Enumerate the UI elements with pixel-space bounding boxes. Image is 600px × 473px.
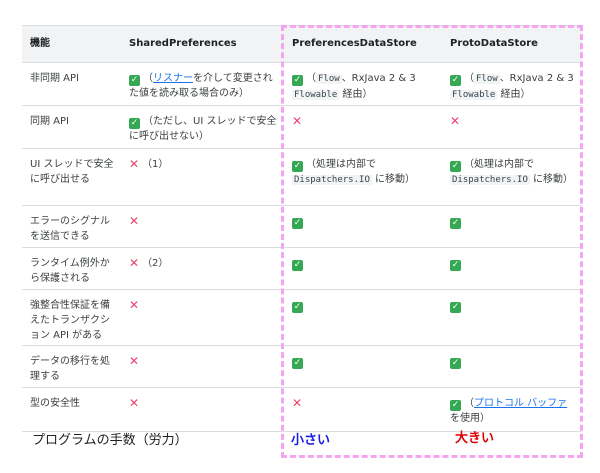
cell-text: （処理は内部で [306, 159, 376, 170]
table-row: 強整合性保証を備えたトランザクション API がある ✕ ✓ ✓ [22, 289, 582, 346]
check-icon: ✓ [292, 161, 303, 172]
check-icon: ✓ [292, 75, 303, 86]
comparison-table: 機能 SharedPreferences PreferencesDataStor… [22, 25, 582, 432]
check-icon: ✓ [450, 358, 461, 369]
cell-text: （ [464, 398, 474, 409]
effort-label: プログラムの手数（労力） [32, 433, 188, 448]
cell-text: 経由） [339, 89, 373, 100]
cross-icon: ✕ [292, 114, 303, 128]
check-icon: ✓ [450, 400, 461, 411]
table-row: UI スレッドで安全に呼び出せる ✕ （1） ✓ （処理は内部で Dispatche… [22, 148, 582, 206]
listener-link[interactable]: リスナー [153, 73, 193, 84]
feature-cell: ランタイム例外から保護される [22, 247, 121, 290]
sp-cell: ✕ （2） [121, 247, 284, 290]
code-flowable: Flowable [450, 90, 498, 100]
proto-cell: ✓ [442, 205, 582, 248]
header-shared-preferences: SharedPreferences [121, 25, 284, 63]
cross-icon: ✕ [129, 354, 140, 368]
code-flow: Flow [474, 74, 500, 84]
table-row: 同期 API ✓ （ただし、UI スレッドで安全に呼び出せない） ✕ ✕ [22, 105, 582, 149]
cell-text: （2） [142, 258, 169, 269]
proto-cell: ✓ [442, 289, 582, 346]
proto-cell: ✓ （処理は内部で Dispatchers.IO に移動） [442, 148, 582, 206]
cell-text: に移動） [529, 174, 574, 185]
check-icon: ✓ [450, 75, 461, 86]
check-icon: ✓ [292, 358, 303, 369]
header-proto-datastore: ProtoDataStore [442, 25, 582, 63]
table-row: データの移行を処理する ✕ ✓ ✓ [22, 345, 582, 388]
check-icon: ✓ [450, 218, 461, 229]
pds-cell: ✕ [284, 105, 442, 149]
proto-cell: ✓ （Flow 、RxJava 2 & 3 Flowable 経由） [442, 62, 582, 106]
check-icon: ✓ [450, 161, 461, 172]
cell-text: （ただし、UI スレッドで安全に呼び出せない） [129, 116, 277, 142]
table-row: エラーのシグナルを送信できる ✕ ✓ ✓ [22, 205, 582, 248]
feature-cell: 同期 API [22, 105, 121, 149]
check-icon: ✓ [292, 218, 303, 229]
sp-cell: ✕ [121, 387, 284, 432]
code-dispatchers-io: Dispatchers.IO [292, 175, 372, 185]
proto-cell: ✕ [442, 105, 582, 149]
check-icon: ✓ [450, 302, 461, 313]
table-row: ランタイム例外から保護される ✕ （2） ✓ ✓ [22, 247, 582, 290]
table-row: 非同期 API ✓ （リスナーを介して変更された値を読み取る場合のみ） ✓ （Flo… [22, 62, 582, 106]
cell-text: （1） [142, 159, 169, 170]
check-icon: ✓ [129, 118, 140, 129]
feature-cell: 型の安全性 [22, 387, 121, 432]
cell-text: 経由） [497, 89, 531, 100]
sp-cell: ✓ （ただし、UI スレッドで安全に呼び出せない） [121, 105, 284, 149]
cell-text: を使用） [450, 413, 490, 424]
cross-icon: ✕ [450, 114, 461, 128]
code-flow: Flow [316, 74, 342, 84]
pds-cell: ✓ （Flow 、RxJava 2 & 3 Flowable 経由） [284, 62, 442, 106]
check-icon: ✓ [450, 260, 461, 271]
check-icon: ✓ [292, 260, 303, 271]
cross-icon: ✕ [129, 396, 140, 410]
cell-text: （処理は内部で [464, 159, 534, 170]
sp-cell: ✕ [121, 205, 284, 248]
cross-icon: ✕ [292, 396, 303, 410]
sp-cell: ✕ （1） [121, 148, 284, 206]
sp-cell: ✕ [121, 289, 284, 346]
pds-cell: ✓ [284, 289, 442, 346]
effort-large-label: 大きい [455, 431, 495, 446]
pds-cell: ✓ [284, 345, 442, 388]
code-flowable: Flowable [292, 90, 340, 100]
cell-text: （ [306, 73, 316, 84]
sp-cell: ✕ [121, 345, 284, 388]
cross-icon: ✕ [129, 256, 140, 270]
check-icon: ✓ [292, 302, 303, 313]
pds-cell: ✓ [284, 205, 442, 248]
sp-cell: ✓ （リスナーを介して変更された値を読み取る場合のみ） [121, 62, 284, 106]
check-icon: ✓ [129, 75, 140, 86]
cell-text: 、RxJava 2 & 3 [341, 73, 416, 84]
feature-cell: 強整合性保証を備えたトランザクション API がある [22, 289, 121, 346]
protocol-buffers-link[interactable]: プロトコル バッファ [474, 398, 567, 409]
comparison-table-container: 機能 SharedPreferences PreferencesDataStor… [22, 25, 582, 432]
table-row: 型の安全性 ✕ ✕ ✓ （プロトコル バッファを使用） [22, 387, 582, 432]
cell-text: 、RxJava 2 & 3 [499, 73, 574, 84]
cell-text: （ [143, 73, 153, 84]
proto-cell: ✓ [442, 247, 582, 290]
cross-icon: ✕ [129, 298, 140, 312]
table-header-row: 機能 SharedPreferences PreferencesDataStor… [22, 25, 582, 63]
cross-icon: ✕ [129, 157, 140, 171]
header-feature: 機能 [22, 25, 121, 63]
feature-cell: データの移行を処理する [22, 345, 121, 388]
proto-cell: ✓ [442, 345, 582, 388]
header-preferences-datastore: PreferencesDataStore [284, 25, 442, 63]
pds-cell: ✕ [284, 387, 442, 432]
feature-cell: UI スレッドで安全に呼び出せる [22, 148, 121, 206]
pds-cell: ✓ [284, 247, 442, 290]
effort-small-label: 小さい [291, 433, 331, 448]
feature-cell: 非同期 API [22, 62, 121, 106]
cross-icon: ✕ [129, 214, 140, 228]
cell-text: （ [464, 73, 474, 84]
feature-cell: エラーのシグナルを送信できる [22, 205, 121, 248]
proto-cell: ✓ （プロトコル バッファを使用） [442, 387, 582, 432]
pds-cell: ✓ （処理は内部で Dispatchers.IO に移動） [284, 148, 442, 206]
code-dispatchers-io: Dispatchers.IO [450, 175, 530, 185]
cell-text: に移動） [371, 174, 416, 185]
